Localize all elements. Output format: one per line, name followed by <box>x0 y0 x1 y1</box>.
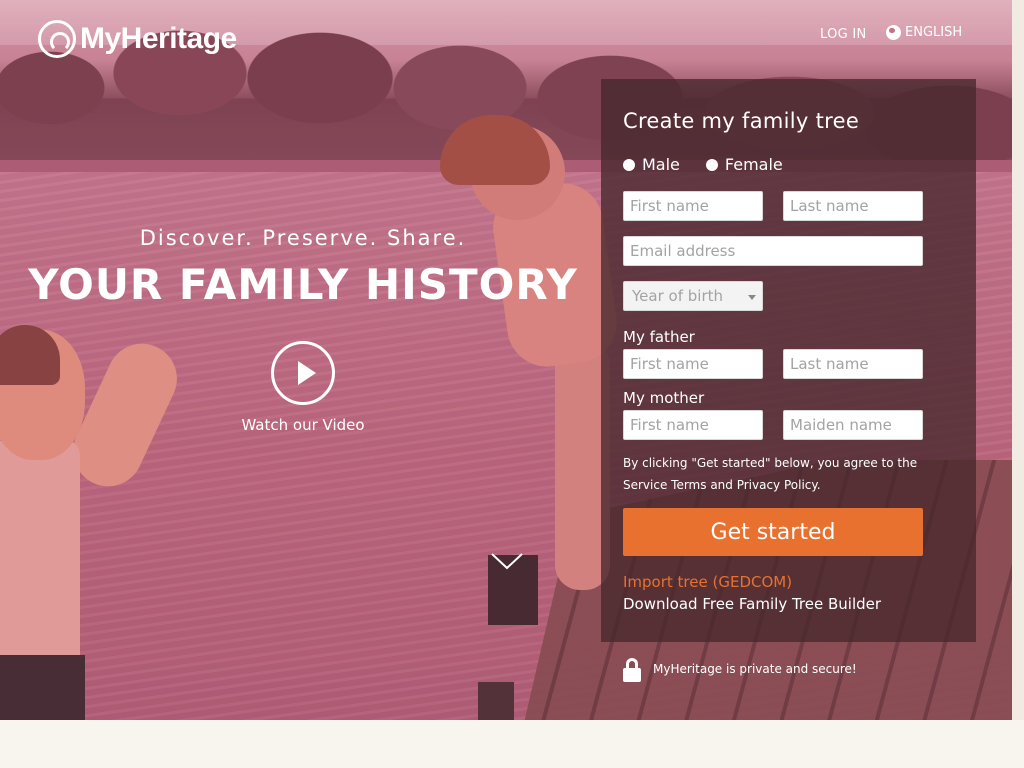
import-gedcom-link[interactable]: Import tree (GEDCOM) <box>623 573 792 591</box>
mother-first-name-input[interactable] <box>623 410 763 440</box>
download-family-tree-builder-link[interactable]: Download Free Family Tree Builder <box>623 595 881 613</box>
scroll-down-icon[interactable] <box>490 550 524 572</box>
year-of-birth-value: Year of birth <box>632 287 723 305</box>
father-label: My father <box>623 328 695 346</box>
email-input[interactable] <box>623 236 923 266</box>
signup-form-panel: Create my family tree Male Female Year o… <box>601 79 976 642</box>
hero-tagline: Discover. Preserve. Share. <box>139 226 467 250</box>
hero-headline: YOUR FAMILY HISTORY <box>28 260 578 309</box>
language-label: ENGLISH <box>905 25 963 40</box>
terms-text: By clicking "Get started" below, you agr… <box>623 456 918 492</box>
gender-female-label[interactable]: Female <box>725 155 783 174</box>
language-selector[interactable]: ENGLISH <box>886 25 962 40</box>
form-title: Create my family tree <box>623 109 860 133</box>
login-link[interactable]: LOG IN <box>820 27 867 42</box>
logo-text: MyHeritage <box>80 22 237 55</box>
gender-selector: Male Female <box>623 155 783 174</box>
security-notice: MyHeritage is private and secure! <box>623 658 857 682</box>
play-video-button[interactable] <box>271 341 335 405</box>
mother-maiden-name-input[interactable] <box>783 410 923 440</box>
page-bottom <box>0 720 1024 768</box>
page-scrollbar[interactable] <box>1012 0 1024 720</box>
gender-male-radio[interactable] <box>623 158 635 171</box>
gender-female-radio[interactable] <box>705 158 718 171</box>
gender-male-label[interactable]: Male <box>642 155 680 174</box>
father-last-name-input[interactable] <box>783 349 923 379</box>
globe-icon <box>886 25 901 40</box>
year-of-birth-select[interactable]: Year of birth <box>623 281 763 311</box>
first-name-input[interactable] <box>623 191 763 221</box>
father-first-name-input[interactable] <box>623 349 763 379</box>
get-started-button[interactable]: Get started <box>623 508 923 556</box>
mother-label: My mother <box>623 389 705 407</box>
myheritage-logo[interactable]: MyHeritage <box>38 20 237 58</box>
security-text: MyHeritage is private and secure! <box>653 662 857 676</box>
lock-icon <box>623 658 641 682</box>
chevron-down-icon <box>748 295 756 300</box>
logo-icon <box>38 20 76 58</box>
last-name-input[interactable] <box>783 191 923 221</box>
watch-video-link[interactable]: Watch our Video <box>200 416 406 434</box>
